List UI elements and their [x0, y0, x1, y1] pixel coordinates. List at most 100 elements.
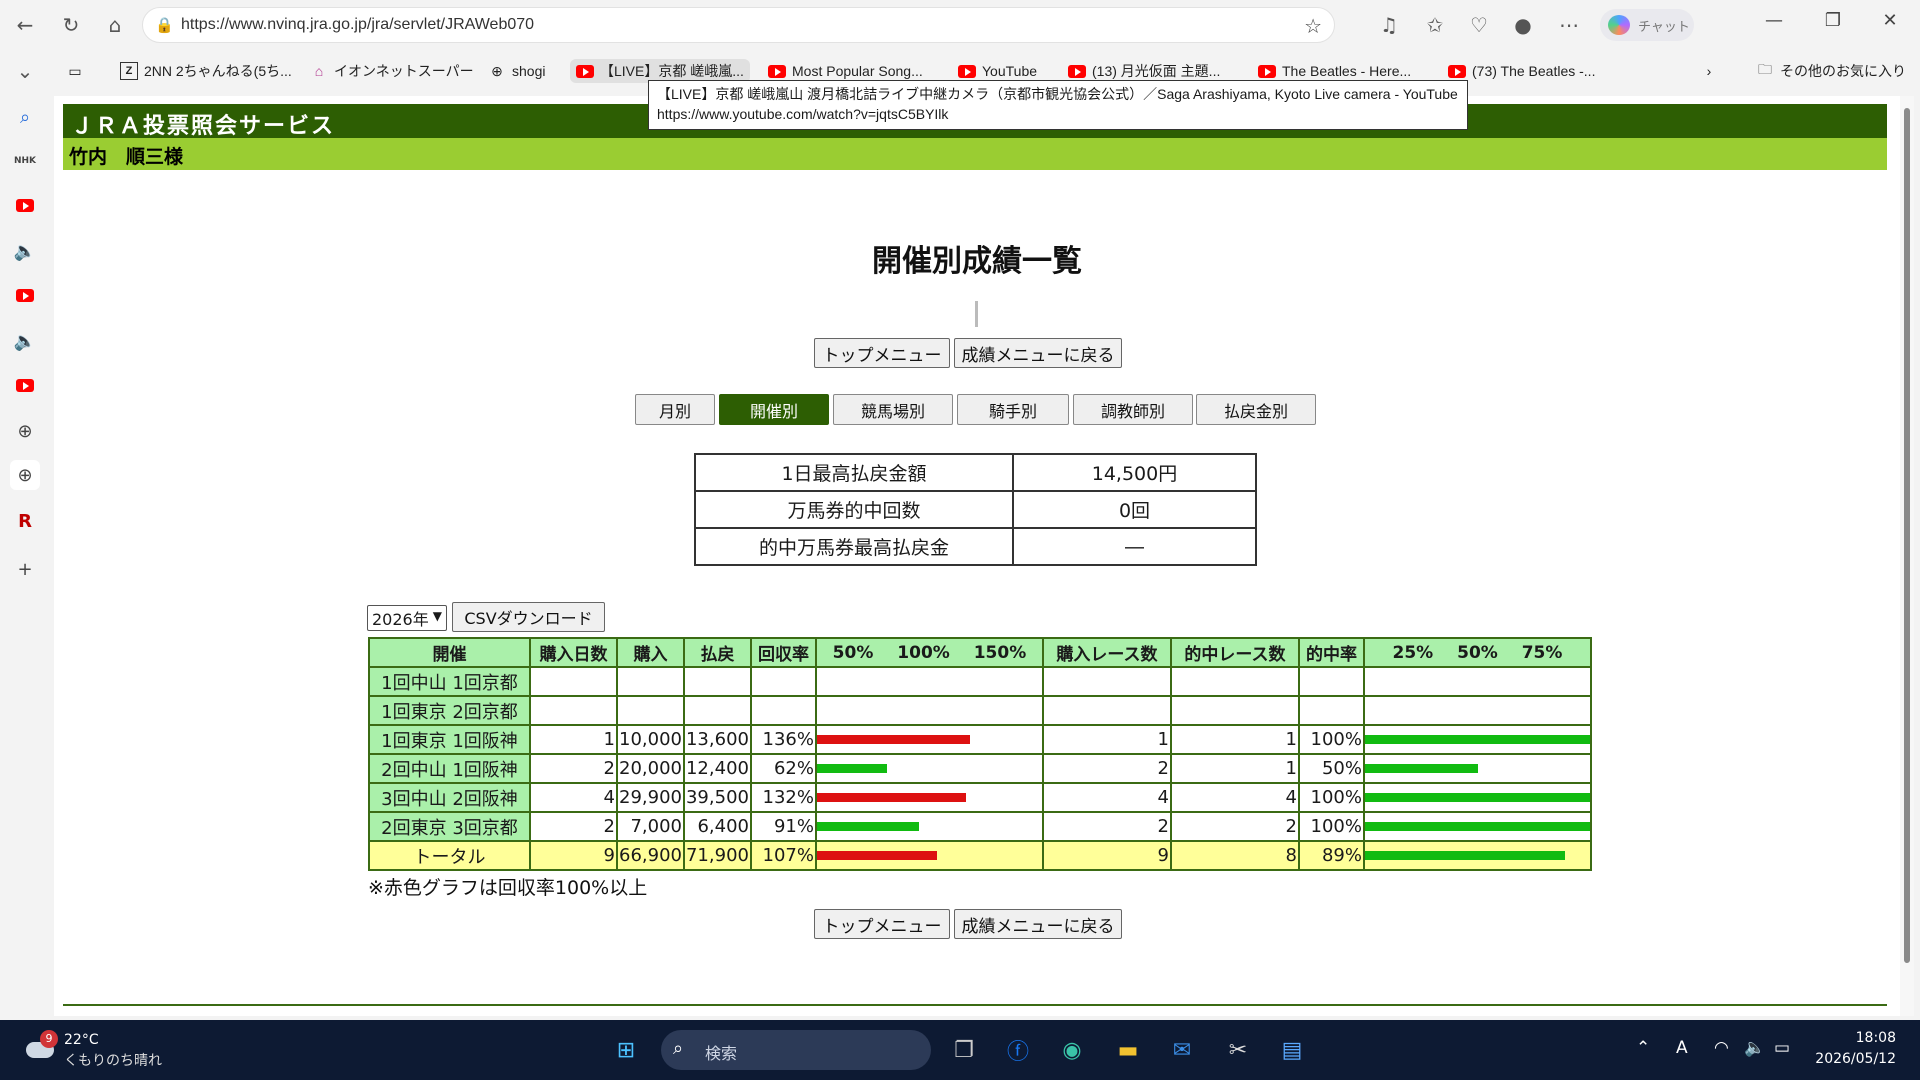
top-menu-button-bottom[interactable]: トップメニュー	[814, 909, 950, 939]
back-to-results-menu-button-bottom[interactable]: 成績メニューに戻る	[954, 909, 1122, 939]
edge-icon[interactable]: ◉	[1054, 1032, 1090, 1068]
tray-overflow-icon[interactable]: ⌃	[1636, 1038, 1650, 1058]
tab-monthly[interactable]: 月別	[635, 394, 715, 425]
hit-rate-bar-cell	[1362, 695, 1592, 726]
cell-hit-rate: 100%	[1297, 724, 1365, 755]
volume-icon[interactable]: 🔈	[1744, 1038, 1765, 1058]
close-icon[interactable]: ✕	[1872, 10, 1908, 31]
globe-icon: ⊕	[491, 62, 503, 79]
cell-hit-rate: 89%	[1297, 840, 1365, 871]
top-menu-button[interactable]: トップメニュー	[814, 338, 950, 368]
back-arrow-icon[interactable]: ←	[10, 10, 40, 40]
back-to-results-menu-button[interactable]: 成績メニューに戻る	[954, 338, 1122, 368]
tab-by-racecourse[interactable]: 競馬場別	[833, 394, 953, 425]
windows-start-icon[interactable]: ⊞	[608, 1032, 644, 1068]
url-text[interactable]: https://www.nvinq.jra.go.jp/jra/servlet/…	[181, 16, 534, 34]
bookmark-label: イオンネットスーパー	[334, 63, 474, 79]
hit-rate-bar-cell	[1362, 840, 1592, 871]
outlook-icon[interactable]: ✉	[1164, 1032, 1200, 1068]
taskbar-clock[interactable]: 18:08 2026/05/12	[1810, 1028, 1896, 1070]
tooltip-title: 【LIVE】京都 嵯峨嵐山 渡月橋北詰ライブ中継カメラ（京都市観光協会公式）／S…	[657, 86, 1458, 102]
site-info-icon[interactable]: 🔒	[155, 16, 174, 34]
weather-widget[interactable]: 9 22°C くもりのち晴れ	[22, 1030, 172, 1070]
tab-by-trainer[interactable]: 調教師別	[1073, 394, 1193, 425]
cell-return-rate: 136%	[749, 724, 817, 755]
favorites-icon[interactable]: ✩	[1420, 10, 1450, 40]
header-return-rate: 回収率	[749, 637, 817, 668]
restore-icon[interactable]: ❐	[1815, 10, 1851, 31]
tab-actions-icon[interactable]: ▭	[66, 59, 84, 83]
home-icon[interactable]: ⌂	[100, 10, 130, 40]
cell-buy: 10,000	[616, 724, 685, 755]
address-bar[interactable]: 🔒 https://www.nvinq.jra.go.jp/jra/servle…	[142, 7, 1335, 43]
youtube-icon	[768, 64, 786, 78]
cell-payout: 13,600	[682, 724, 752, 755]
cell-return-rate: 107%	[749, 840, 817, 871]
minimize-icon[interactable]: —	[1756, 10, 1792, 31]
cell-hit-races: 1	[1169, 753, 1300, 784]
tab-by-meeting[interactable]: 開催別	[719, 394, 829, 425]
cell-buy: 66,900	[616, 840, 685, 871]
facebook-icon[interactable]: ⓕ	[1000, 1032, 1036, 1068]
notepad-icon[interactable]: ▤	[1274, 1032, 1310, 1068]
bookmark-beatles-73[interactable]: (73) The Beatles -...	[1448, 59, 1595, 83]
tab-by-jockey[interactable]: 騎手別	[957, 394, 1069, 425]
return-rate-bar-cell	[814, 782, 1044, 813]
health-icon[interactable]: ♡	[1464, 10, 1494, 40]
chevron-down-icon: ▼	[432, 609, 442, 623]
speaker-icon[interactable]: 🔈	[10, 326, 40, 356]
bookmark-tooltip: 【LIVE】京都 嵯峨嵐山 渡月橋北詰ライブ中継カメラ（京都市観光協会公式）／S…	[648, 80, 1468, 130]
more-menu-icon[interactable]: ⋯	[1554, 10, 1584, 40]
wifi-icon[interactable]: ◠	[1714, 1038, 1729, 1058]
tab-by-payout[interactable]: 払戻金別	[1196, 394, 1316, 425]
snipping-tool-icon[interactable]: ✂	[1220, 1032, 1256, 1068]
page-scrollbar[interactable]	[1900, 96, 1914, 1016]
bookmarks-overflow-icon[interactable]: ›	[1700, 59, 1718, 83]
battery-icon[interactable]: ▭	[1774, 1038, 1790, 1058]
csv-download-button[interactable]: CSVダウンロード	[452, 602, 605, 632]
youtube-icon[interactable]	[10, 370, 40, 400]
speaker-icon[interactable]: 🔈	[10, 236, 40, 266]
cell-return-rate: 91%	[749, 811, 817, 842]
taskbar-search[interactable]: ⌕ 検索	[661, 1030, 931, 1070]
search-icon[interactable]: ⌕	[10, 102, 40, 132]
cell-days: 2	[529, 811, 618, 842]
summary-table: 1日最高払戻金額 14,500円 万馬券的中回数 0回 的中万馬券最高払戻金 ―	[694, 453, 1257, 566]
scrollbar-thumb[interactable]	[1904, 108, 1910, 963]
nhk-one-icon[interactable]: NHK	[10, 146, 40, 176]
header-return-scale: 50% 100% 150%	[814, 637, 1044, 668]
bookmark-label: shogi	[512, 63, 546, 79]
ime-indicator[interactable]: A	[1676, 1038, 1688, 1058]
hit-rate-bar-cell	[1362, 753, 1592, 784]
cell-kaisai: 2回東京 3回京都	[368, 811, 531, 842]
task-view-icon[interactable]: ❐	[946, 1032, 982, 1068]
cell-return-rate	[749, 666, 817, 697]
favorite-star-icon[interactable]: ☆	[1304, 14, 1322, 38]
youtube-icon[interactable]	[10, 280, 40, 310]
return-rate-bar-cell	[814, 695, 1044, 726]
cell-payout	[682, 695, 752, 726]
media-icon[interactable]: ♫	[1374, 10, 1404, 40]
add-icon[interactable]: +	[10, 554, 40, 584]
return-rate-bar-cell	[814, 840, 1044, 871]
bookmark-shogi[interactable]: ⊕ shogi	[488, 59, 545, 83]
year-select[interactable]: 2026年 ▼	[367, 605, 447, 631]
return-rate-bar	[816, 735, 970, 744]
profile-avatar-icon[interactable]: ●	[1508, 10, 1538, 40]
globe-icon[interactable]: ⊕	[10, 416, 40, 446]
copilot-icon	[1608, 15, 1630, 35]
refresh-icon[interactable]: ↻	[56, 10, 86, 40]
other-favorites[interactable]: 🗀 その他のお気に入り	[1756, 59, 1906, 83]
hit-rate-bar-cell	[1362, 666, 1592, 697]
copilot-chat-button[interactable]: チャット	[1600, 9, 1694, 41]
bookmark-aeon[interactable]: ⌂ イオンネットスーパー	[310, 59, 474, 83]
cell-kaisai: 3回中山 2回阪神	[368, 782, 531, 813]
chevron-down-icon[interactable]: ⌄	[10, 56, 40, 86]
page-viewport: ＪＲＡ投票照会サービス 竹内 順三様 開催別成績一覧 トップメニュー 成績メニュ…	[54, 96, 1900, 1016]
file-explorer-icon[interactable]: ▬	[1110, 1032, 1146, 1068]
rakuten-icon[interactable]: R	[10, 506, 40, 536]
header-kaisai: 開催	[368, 637, 531, 668]
bookmark-2nn[interactable]: Z 2NN 2ちゃんねる(5ち...	[120, 59, 292, 83]
globe-icon[interactable]: ⊕	[10, 460, 40, 490]
youtube-icon[interactable]	[10, 190, 40, 220]
